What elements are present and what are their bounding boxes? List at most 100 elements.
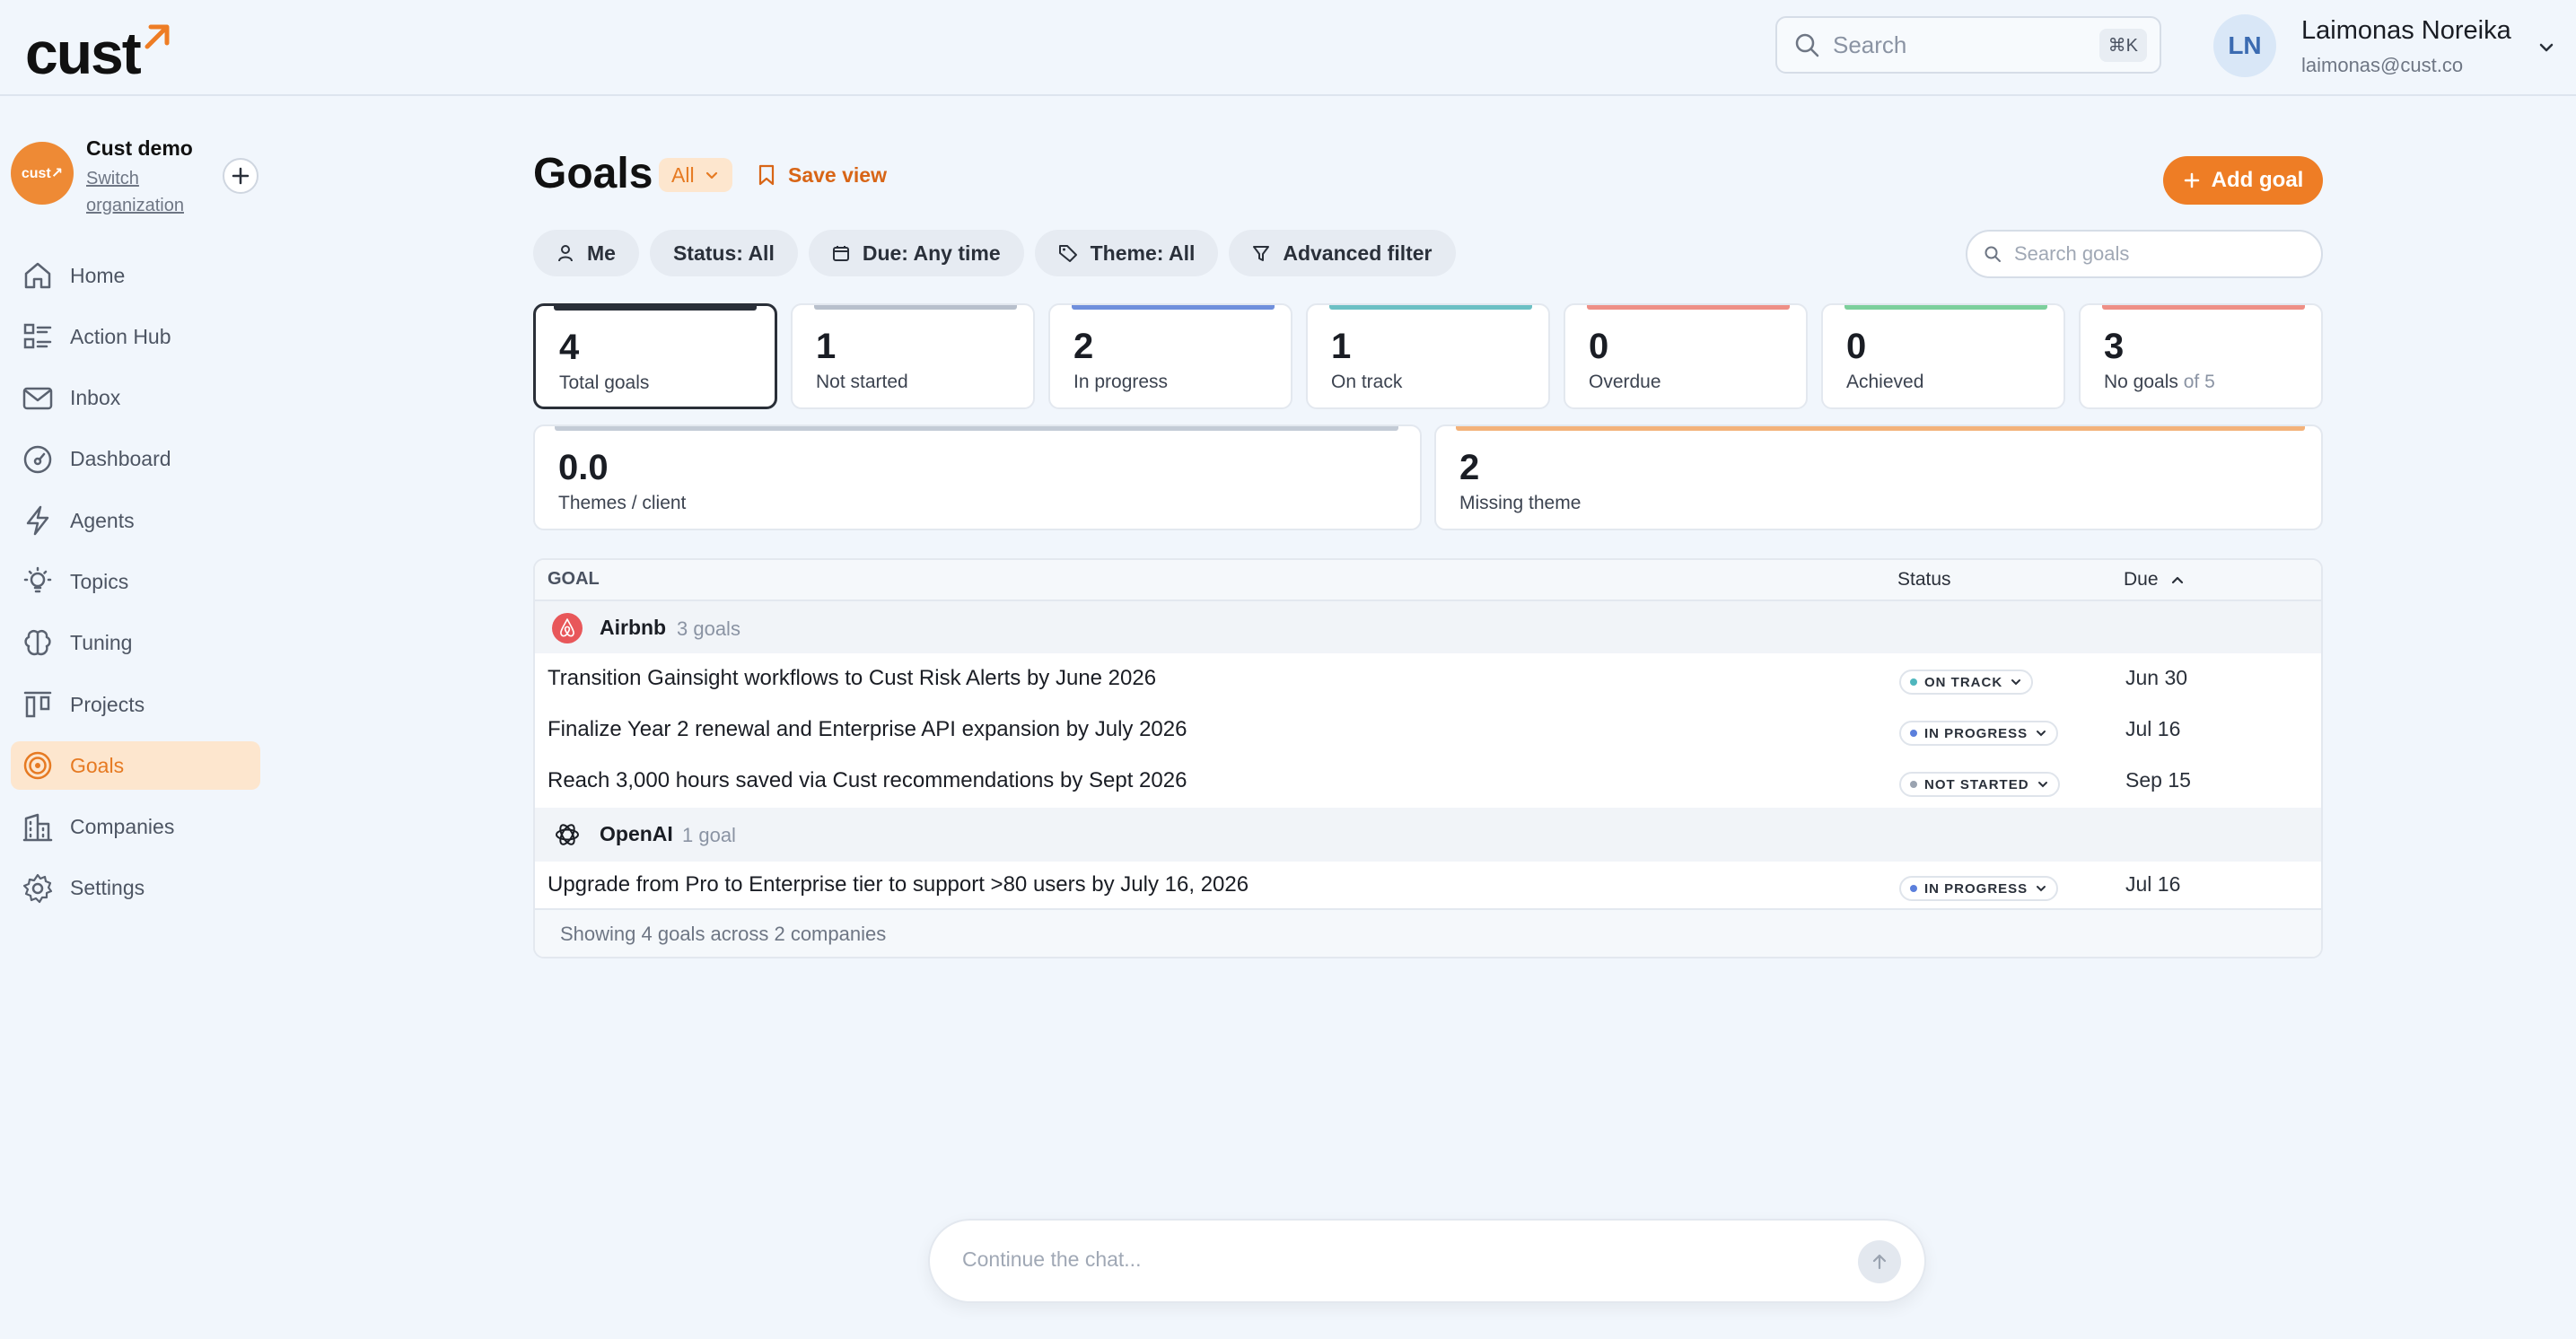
org-logo[interactable]: cust↗	[11, 142, 74, 205]
stat-label-suffix: of 5	[2183, 372, 2215, 392]
sidebar-item-agents[interactable]: Agents	[11, 496, 260, 545]
airbnb-logo-icon	[552, 613, 583, 643]
goal-title[interactable]: Upgrade from Pro to Enterprise tier to s…	[548, 872, 1249, 897]
filter-me[interactable]: Me	[533, 230, 639, 276]
sidebar-item-goals[interactable]: Goals	[11, 741, 260, 791]
stat-card-accent	[1456, 426, 2305, 431]
chat-placeholder: Continue the chat...	[962, 1247, 1142, 1271]
column-goal[interactable]: GOAL	[548, 569, 600, 590]
chevron-down-icon	[2037, 731, 2046, 737]
save-view-button[interactable]: Save view	[758, 158, 887, 192]
status-badge[interactable]: ON TRACK	[1899, 670, 2034, 695]
switch-organization-link[interactable]: Switch organization	[86, 165, 194, 219]
goal-due-date: Jul 16	[2125, 717, 2181, 740]
stat-card-on-track[interactable]: 1 On track	[1306, 303, 1550, 409]
sidebar-item-label: Topics	[70, 569, 129, 593]
sidebar-item-action-hub[interactable]: Action Hub	[11, 312, 260, 361]
global-search[interactable]: Search ⌘K	[1775, 16, 2161, 74]
goal-title[interactable]: Transition Gainsight workflows to Cust R…	[548, 666, 1156, 691]
stat-card-accent	[1329, 305, 1532, 310]
filter-theme[interactable]: Theme: All	[1034, 230, 1219, 276]
stat-card-accent	[1587, 305, 1790, 310]
sidebar-item-topics[interactable]: Topics	[11, 557, 260, 606]
user-icon	[558, 245, 573, 262]
user-name[interactable]: Laimonas Noreika	[2301, 16, 2511, 46]
sidebar-item-tuning[interactable]: Tuning	[11, 619, 260, 668]
goal-search-placeholder: Search goals	[2014, 242, 2130, 265]
search-icon	[1985, 246, 2001, 262]
building-icon	[20, 810, 56, 845]
sidebar-item-label: Tuning	[70, 631, 133, 655]
column-status[interactable]: Status	[1897, 569, 1951, 591]
column-due[interactable]: Due	[2124, 569, 2159, 591]
status-label: ON TRACK	[1924, 674, 2003, 690]
stat-value: 3	[2104, 327, 2125, 366]
chevron-down-icon	[705, 171, 717, 179]
sidebar-nav: Home Action Hub Inbox Dashboard Agents T…	[11, 251, 260, 925]
logo-text: cust	[25, 20, 142, 86]
chat-input[interactable]: Continue the chat...	[928, 1219, 1926, 1303]
stat-card-accent	[814, 305, 1017, 310]
filter-due[interactable]: Due: Any time	[808, 230, 1024, 276]
stat-value: 0	[1846, 327, 1867, 366]
view-select[interactable]: All	[659, 158, 732, 192]
sidebar-item-settings[interactable]: Settings	[11, 864, 260, 913]
calendar-icon	[832, 246, 849, 261]
filter-status[interactable]: Status: All	[649, 230, 798, 276]
sidebar-item-home[interactable]: Home	[11, 251, 260, 300]
stat-card-missing-theme[interactable]: 2 Missing theme	[1434, 424, 2323, 530]
goal-title[interactable]: Finalize Year 2 renewal and Enterprise A…	[548, 717, 1187, 742]
goal-due-date: Sep 15	[2125, 768, 2191, 792]
stat-value: 2	[1073, 327, 1094, 366]
sidebar-item-companies[interactable]: Companies	[11, 803, 260, 852]
sidebar-item-projects[interactable]: Projects	[11, 680, 260, 729]
stat-value: 1	[816, 327, 837, 366]
add-organization-button[interactable]	[223, 158, 258, 194]
chevron-down-icon[interactable]	[2537, 38, 2556, 57]
status-badge[interactable]: IN PROGRESS	[1899, 721, 2059, 746]
stat-card-no-goals[interactable]: 3 No goals of 5	[2079, 303, 2323, 409]
plus-icon	[2184, 172, 2199, 188]
sidebar-item-label: Settings	[70, 876, 145, 900]
status-label: IN PROGRESS	[1924, 880, 2028, 897]
sidebar-item-label: Home	[70, 263, 126, 287]
filter-theme-label: Theme: All	[1090, 241, 1196, 265]
send-button[interactable]	[1858, 1240, 1901, 1283]
company-name: OpenAI	[600, 822, 673, 845]
app-logo[interactable]: cust	[25, 11, 172, 83]
stat-card-not-started[interactable]: 1 Not started	[791, 303, 1035, 409]
funnel-icon	[1253, 246, 1270, 261]
goal-title[interactable]: Reach 3,000 hours saved via Cust recomme…	[548, 768, 1187, 793]
company-group-header[interactable]: Airbnb 3 goals	[535, 601, 2321, 653]
goal-due-date: Jul 16	[2125, 872, 2181, 896]
sort-ascending-icon[interactable]	[2170, 573, 2185, 587]
stat-label: Total goals	[559, 372, 650, 393]
add-goal-button[interactable]: Add goal	[2163, 156, 2323, 205]
stat-label: Missing theme	[1459, 493, 1582, 513]
filter-status-label: Status: All	[672, 241, 775, 265]
status-badge[interactable]: NOT STARTED	[1899, 772, 2060, 797]
sidebar-item-dashboard[interactable]: Dashboard	[11, 435, 260, 484]
stat-card-themes-per-client[interactable]: 0.0 Themes / client	[533, 424, 1422, 530]
status-badge[interactable]: IN PROGRESS	[1899, 876, 2059, 901]
plus-icon	[232, 167, 250, 185]
stat-card-in-progress[interactable]: 2 In progress	[1048, 303, 1292, 409]
sidebar-item-inbox[interactable]: Inbox	[11, 374, 260, 423]
stat-card-accent	[2102, 305, 2305, 310]
add-goal-label: Add goal	[2211, 168, 2304, 192]
filter-advanced[interactable]: Advanced filter	[1229, 230, 1456, 276]
company-group-header[interactable]: OpenAI 1 goal	[535, 808, 2321, 862]
stat-label: On track	[1331, 372, 1403, 392]
stat-card-accent	[554, 306, 757, 311]
stat-card-overdue[interactable]: 0 Overdue	[1564, 303, 1808, 409]
lightning-icon	[20, 503, 56, 538]
status-dot	[1910, 885, 1917, 892]
status-dot	[1910, 678, 1917, 686]
stat-card-accent	[1072, 305, 1275, 310]
stat-label: No goals of 5	[2104, 372, 2215, 393]
stat-card-total[interactable]: 4 Total goals	[533, 303, 777, 409]
stat-card-achieved[interactable]: 0 Achieved	[1821, 303, 2065, 409]
avatar[interactable]: LN	[2213, 14, 2276, 77]
table-footer: Showing 4 goals across 2 companies	[535, 908, 2321, 957]
goal-search-input[interactable]: Search goals	[1966, 230, 2323, 278]
